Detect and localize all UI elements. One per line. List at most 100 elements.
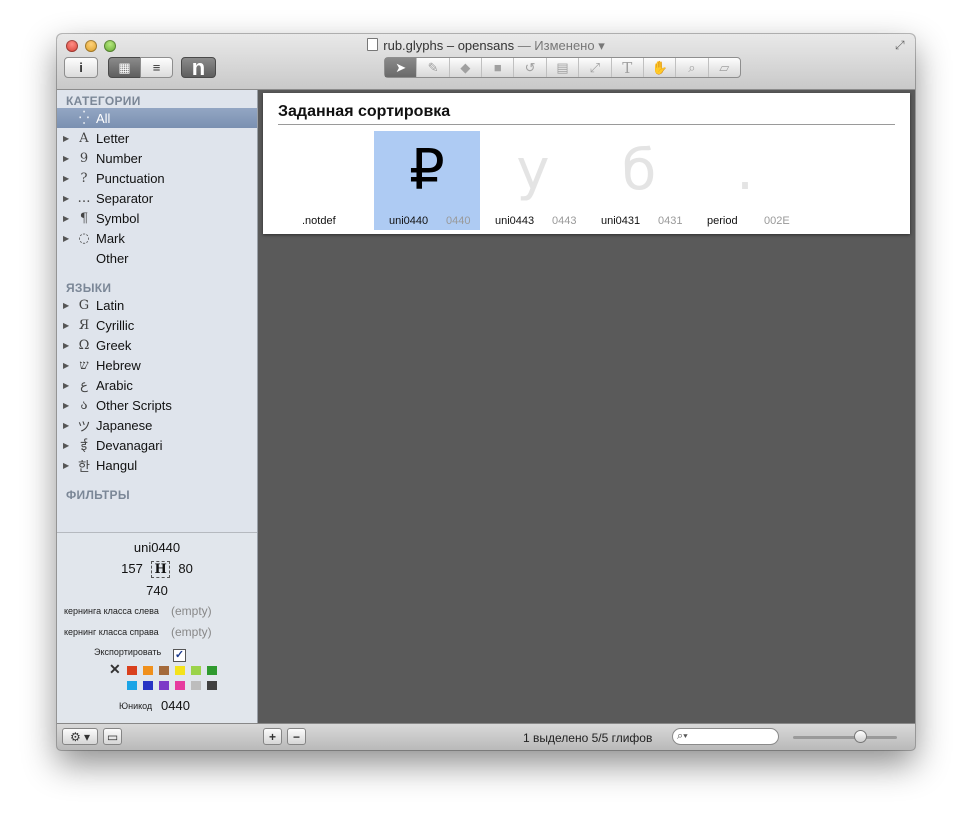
- color-swatch[interactable]: [127, 681, 137, 690]
- zoom-tool-icon[interactable]: ⌕: [676, 58, 709, 77]
- sidebar-item-label: Cyrillic: [96, 317, 135, 333]
- select-tool-icon[interactable]: ➤: [385, 58, 418, 77]
- disclosure-triangle-icon[interactable]: ▶: [63, 154, 71, 163]
- sidebar-item-label: Number: [96, 150, 143, 166]
- sidebar-item-letter[interactable]: ▶ A Letter: [57, 128, 257, 148]
- rectangle-tool-icon[interactable]: ■: [482, 58, 515, 77]
- fullscreen-icon[interactable]: ⤢: [895, 38, 909, 52]
- disclosure-triangle-icon[interactable]: ▶: [63, 441, 71, 450]
- rotate-tool-icon[interactable]: ↺: [514, 58, 547, 77]
- disclosure-triangle-icon[interactable]: ▶: [63, 134, 71, 143]
- remove-glyph-button[interactable]: −: [287, 728, 306, 745]
- export-checkbox[interactable]: ✓: [173, 645, 186, 663]
- sidebar-item-hangul[interactable]: ▶ 한 Hangul: [57, 455, 257, 475]
- glyph-name-label: .notdef: [302, 215, 336, 227]
- disclosure-triangle-icon[interactable]: ▶: [63, 401, 71, 410]
- sidebar-item-label: Symbol: [96, 210, 140, 226]
- zoom-slider-track[interactable]: [793, 736, 897, 739]
- sidebar-item-hebrew[interactable]: ▶ ש Hebrew: [57, 355, 257, 375]
- zoom-slider-knob[interactable]: [854, 730, 867, 743]
- disclosure-triangle-icon[interactable]: ▶: [63, 234, 71, 243]
- left-kerning-field[interactable]: (empty): [171, 604, 212, 618]
- color-swatch[interactable]: [191, 681, 201, 690]
- grid-view-button[interactable]: ▦: [108, 57, 141, 78]
- sidebar-item-separator[interactable]: ▶ … Separator: [57, 188, 257, 208]
- search-icon[interactable]: ⌕▾: [677, 730, 688, 742]
- color-swatch[interactable]: [175, 666, 185, 675]
- grid-view-icon: ▦: [118, 59, 131, 75]
- pen-tool-icon[interactable]: ✎: [417, 58, 450, 77]
- sidebar-item-arabic[interactable]: ▶ ع Arabic: [57, 375, 257, 395]
- glyph-cell[interactable]: у uni0443 0443: [480, 131, 586, 230]
- metrics-link-icon[interactable]: H: [151, 561, 170, 578]
- disclosure-triangle-icon[interactable]: ▶: [63, 361, 71, 370]
- width-field[interactable]: 740: [57, 583, 257, 598]
- glyph-cell[interactable]: . period 002E: [692, 131, 798, 230]
- unicode-field[interactable]: 0440: [161, 698, 190, 713]
- gear-menu-button[interactable]: ⚙ ▾: [62, 728, 98, 745]
- color-swatch[interactable]: [175, 681, 185, 690]
- color-swatch[interactable]: [191, 666, 201, 675]
- separator-icon: …: [77, 190, 91, 206]
- glyph-cell[interactable]: ₽ uni0440 0440: [374, 131, 480, 230]
- glyph-cell[interactable]: .notdef: [268, 131, 374, 230]
- toggle-panel-button[interactable]: ▭: [103, 728, 122, 745]
- sidebar-item-all[interactable]: ⁛ All: [57, 108, 257, 128]
- sidebar-item-label: Other: [96, 250, 129, 266]
- text-view-label: n: [191, 54, 206, 80]
- sidebar-item-other[interactable]: Other: [57, 248, 257, 268]
- sidebar-item-latin[interactable]: ▶ G Latin: [57, 295, 257, 315]
- sidebar-item-mark[interactable]: ▶ ◌ Mark: [57, 228, 257, 248]
- sidebar-item-japanese[interactable]: ▶ ツ Japanese: [57, 415, 257, 435]
- window-status[interactable]: — Изменено ▾: [514, 38, 605, 53]
- sidebar-item-greek[interactable]: ▶ Ω Greek: [57, 335, 257, 355]
- color-swatch[interactable]: [207, 666, 217, 675]
- disclosure-triangle-icon[interactable]: ▶: [63, 381, 71, 390]
- glyph-name-label: uni0431: [601, 215, 641, 227]
- checkmark-icon: ✓: [173, 649, 186, 662]
- clear-color-button[interactable]: ✕: [109, 661, 121, 678]
- hand-tool-icon[interactable]: ✋: [644, 58, 677, 77]
- color-swatch[interactable]: [127, 666, 137, 675]
- disclosure-triangle-icon[interactable]: ▶: [63, 421, 71, 430]
- categories-heading: КАТЕГОРИИ: [66, 94, 141, 108]
- disclosure-triangle-icon[interactable]: ▶: [63, 174, 71, 183]
- add-glyph-button[interactable]: +: [263, 728, 282, 745]
- left-sidebearing-field[interactable]: 157: [121, 561, 143, 576]
- eraser-tool-icon[interactable]: ◆: [450, 58, 483, 77]
- sidebar-item-punctuation[interactable]: ▶? Punctuation: [57, 168, 257, 188]
- color-swatch[interactable]: [207, 681, 217, 690]
- text-view-button[interactable]: n: [181, 54, 216, 80]
- panel-divider: [278, 124, 895, 125]
- sidebar-item-devanagari[interactable]: ▶ ई Devanagari: [57, 435, 257, 455]
- scale-tool-icon[interactable]: ⤢: [579, 58, 612, 77]
- color-swatch[interactable]: [143, 666, 153, 675]
- glyph-name-field[interactable]: uni0440: [57, 540, 257, 555]
- plus-icon: +: [268, 729, 276, 744]
- text-tool-icon[interactable]: T: [612, 58, 644, 77]
- info-icon: i: [79, 60, 83, 75]
- color-swatch[interactable]: [159, 666, 169, 675]
- sidebar-item-number[interactable]: ▶ 9 Number: [57, 148, 257, 168]
- right-sidebearing-field[interactable]: 80: [178, 561, 192, 576]
- measure-tool-icon[interactable]: ▤: [547, 58, 580, 77]
- sidebar-item-cyrillic[interactable]: ▶ Я Cyrillic: [57, 315, 257, 335]
- disclosure-triangle-icon[interactable]: ▶: [63, 214, 71, 223]
- color-swatch[interactable]: [159, 681, 169, 690]
- sidebar-item-other-scripts[interactable]: ▶ ა Other Scripts: [57, 395, 257, 415]
- right-kerning-field[interactable]: (empty): [171, 625, 212, 639]
- disclosure-triangle-icon[interactable]: ▶: [63, 194, 71, 203]
- disclosure-triangle-icon[interactable]: ▶: [63, 461, 71, 470]
- color-swatch[interactable]: [143, 681, 153, 690]
- disclosure-triangle-icon[interactable]: ▶: [63, 321, 71, 330]
- disclosure-triangle-icon[interactable]: ▶: [63, 301, 71, 310]
- metrics-row: 157 H 80: [57, 561, 257, 578]
- search-input[interactable]: ⌕▾: [672, 728, 779, 745]
- ruler-tool-icon[interactable]: ▱: [709, 58, 740, 77]
- info-button[interactable]: i: [64, 57, 98, 78]
- disclosure-triangle-icon[interactable]: ▶: [63, 341, 71, 350]
- sidebar-item-symbol[interactable]: ▶ ¶ Symbol: [57, 208, 257, 228]
- glyph-cell[interactable]: б uni0431 0431: [586, 131, 692, 230]
- sidebar-item-label: Greek: [96, 337, 132, 353]
- list-view-button[interactable]: ≡: [140, 57, 173, 78]
